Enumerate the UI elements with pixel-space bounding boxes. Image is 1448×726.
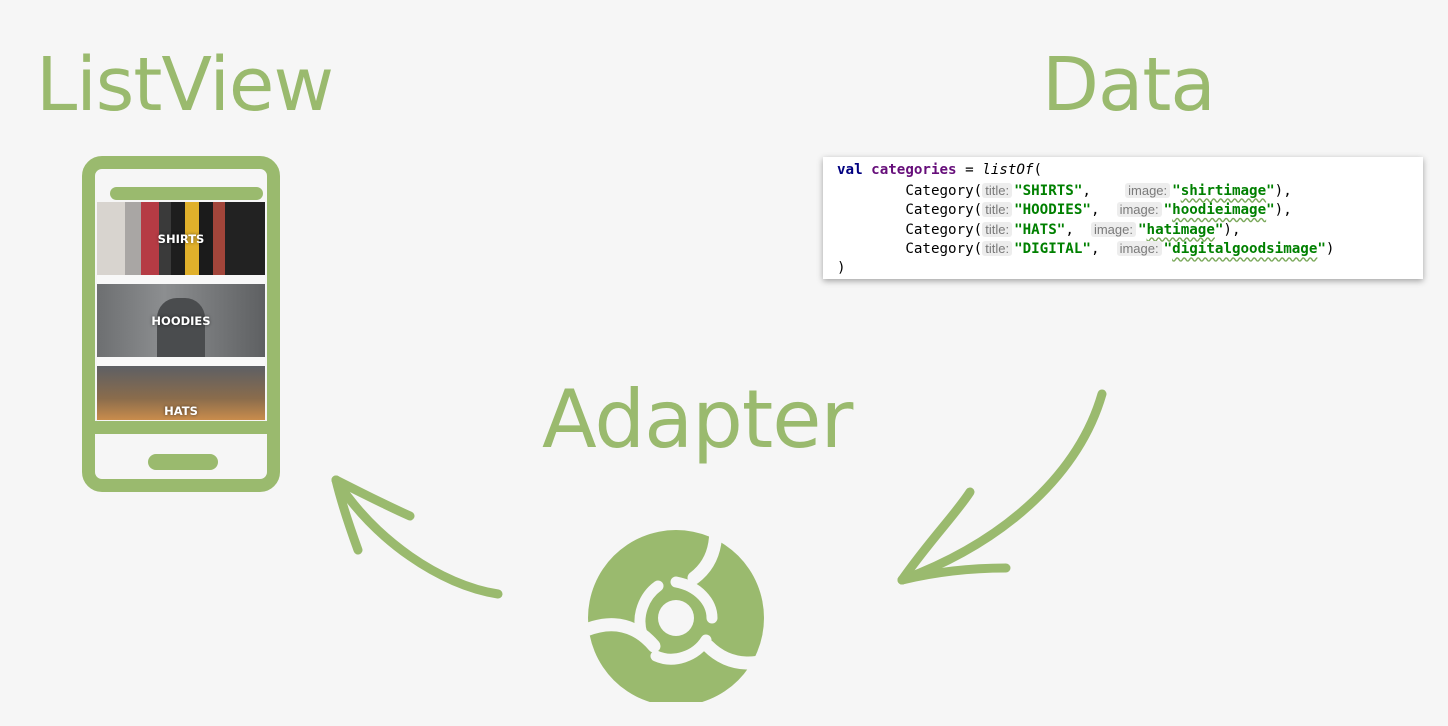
list-item-label: HOODIES bbox=[151, 313, 211, 328]
curved-arrow-right-icon bbox=[897, 389, 1107, 585]
adapter-gear-icon bbox=[588, 530, 764, 702]
list-item-label: HATS bbox=[164, 404, 198, 418]
list-item-label: SHIRTS bbox=[157, 231, 205, 246]
